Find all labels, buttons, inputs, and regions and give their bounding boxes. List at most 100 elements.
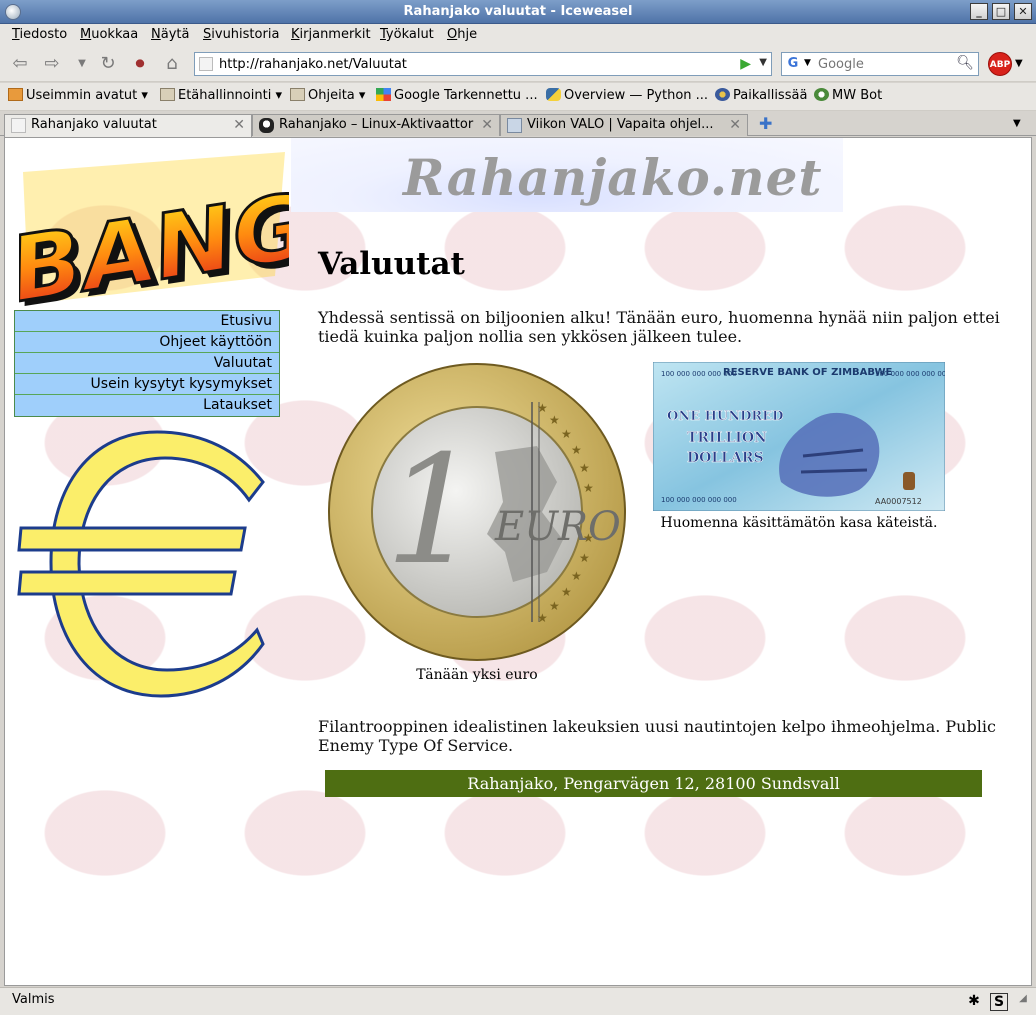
bang-logo[interactable]: BANG BANG (19, 148, 289, 308)
bookmark-most-visited[interactable]: Useimmin avatut ▾ (8, 88, 148, 106)
bookmark-python-overview[interactable]: Overview — Python ... (546, 88, 708, 106)
bug-icon[interactable]: ✱ (965, 993, 983, 1011)
note-line1: ONE HUNDRED (667, 409, 783, 424)
bookmark-google-advanced[interactable]: Google Tarkennettu ... (376, 88, 538, 106)
coin-text: EURO (494, 504, 621, 550)
bookmark-label: Overview — Python ... (564, 88, 709, 103)
adblock-icon[interactable]: ABP (988, 52, 1012, 76)
bookmark-label: Ohjeita (308, 88, 355, 103)
sidebar-item-valuutat[interactable]: Valuutat (15, 353, 279, 374)
stop-icon[interactable]: ⏺ (128, 52, 152, 76)
maximize-button[interactable]: □ (992, 3, 1010, 20)
svg-text:★: ★ (579, 461, 590, 475)
go-icon[interactable]: ▶ (740, 56, 751, 72)
coin-caption: Tänään yksi euro (416, 667, 538, 683)
search-icon[interactable]: 🔍︎ (956, 55, 974, 71)
note-bank-name: RESERVE BANK OF ZIMBABWE (723, 367, 892, 378)
svg-text:★: ★ (549, 599, 560, 613)
history-dropdown-icon[interactable]: ▼ (70, 52, 94, 76)
url-history-dropdown-icon[interactable]: ▼ (759, 57, 767, 68)
tab-linux-aktivaattori[interactable]: Rahanjako – Linux-Aktivaattori ✕ (252, 114, 500, 136)
note-line3: DOLLARS (687, 450, 764, 466)
close-tab-icon[interactable]: ✕ (729, 117, 741, 133)
menu-file[interactable]: Tiedosto (12, 27, 67, 42)
sidebar-item-ohjeet[interactable]: Ohjeet käyttöön (15, 332, 279, 353)
new-tab-icon[interactable]: ✚ (759, 114, 772, 133)
wiki-icon (814, 88, 829, 101)
tux-icon (259, 118, 274, 133)
menu-history[interactable]: Sivuhistoria (203, 27, 279, 42)
bookmark-label: Useimmin avatut (26, 88, 138, 103)
menu-view[interactable]: Näytä (151, 27, 189, 42)
svg-text:★: ★ (579, 551, 590, 565)
search-bar[interactable]: G ▼ 🔍︎ (781, 52, 979, 76)
euro-sign-icon (17, 430, 265, 698)
bookmark-label: Etähallinnointi (178, 88, 272, 103)
menu-bar: Tiedosto Muokkaa Näytä Sivuhistoria Kirj… (0, 24, 1036, 46)
url-input[interactable] (219, 55, 719, 73)
tab-label: Rahanjako valuutat (31, 117, 157, 132)
tab-label: Rahanjako – Linux-Aktivaattori (279, 117, 474, 132)
folder-icon (290, 88, 305, 101)
status-text: Valmis (12, 992, 55, 1007)
svg-text:★: ★ (583, 481, 594, 495)
sidebar-item-etusivu[interactable]: Etusivu (15, 311, 279, 332)
window-title: Rahanjako valuutat - Iceweasel (403, 4, 633, 19)
svg-text:★: ★ (561, 585, 572, 599)
svg-text:★: ★ (549, 413, 560, 427)
tab-rahanjako-valuutat[interactable]: Rahanjako valuutat ✕ (4, 114, 252, 137)
note-digits-right: 100 000 000 000 000 (875, 370, 945, 378)
note-digits-bottom: 100 000 000 000 000 (661, 496, 737, 504)
page-title: Valuutat (318, 246, 465, 282)
page-footer: Rahanjako, Pengarvägen 12, 28100 Sundsva… (325, 770, 982, 797)
close-tab-icon[interactable]: ✕ (481, 117, 493, 133)
python-icon (546, 88, 561, 101)
bookmark-mw-bot[interactable]: MW Bot (814, 88, 882, 106)
menu-bookmarks[interactable]: Kirjanmerkit (291, 27, 371, 42)
svg-text:★: ★ (537, 401, 548, 415)
bookmark-label: Paikallissää (733, 88, 808, 103)
search-input[interactable] (818, 55, 958, 73)
url-bar[interactable]: ▶ ▼ (194, 52, 772, 76)
back-icon[interactable]: ⇦ (8, 52, 32, 76)
reload-icon[interactable]: ↻ (96, 52, 120, 76)
page-icon (11, 118, 26, 133)
page-content: BANG BANG Rahanjako.net Etusivu Ohjeet k… (4, 137, 1032, 986)
home-icon[interactable]: ⌂ (160, 52, 184, 76)
page-favicon-icon (199, 57, 213, 71)
sidebar-item-ukk[interactable]: Usein kysytyt kysymykset (15, 374, 279, 395)
google-engine-icon[interactable]: G (785, 56, 801, 72)
bookmark-local-weather[interactable]: Paikallissää (715, 88, 807, 106)
site-title: Rahanjako.net (403, 148, 823, 207)
site-header: Rahanjako.net (291, 138, 843, 212)
close-window-button[interactable]: ✕ (1014, 3, 1032, 20)
forward-icon[interactable]: ⇨ (40, 52, 64, 76)
bookmark-label: Google Tarkennettu ... (394, 88, 538, 103)
script-blocker-icon[interactable]: S (990, 993, 1008, 1011)
note-serial: AA0007512 (875, 497, 922, 506)
engine-dropdown-icon[interactable]: ▼ (804, 58, 811, 68)
sidebar-nav: Etusivu Ohjeet käyttöön Valuutat Usein k… (14, 310, 280, 417)
close-tab-icon[interactable]: ✕ (233, 117, 245, 133)
resize-grip-icon[interactable]: ◢ (1014, 993, 1032, 1011)
closing-text: Filantrooppinen idealistinen lakeuksien … (318, 717, 996, 755)
navigation-toolbar: ⇦ ⇨ ▼ ↻ ⏺ ⌂ ▶ ▼ G ▼ 🔍︎ (0, 46, 1036, 82)
banknote-caption: Huomenna käsittämätön kasa käteistä. (660, 515, 938, 531)
sidebar-item-lataukset[interactable]: Lataukset (15, 395, 279, 416)
adblock-dropdown-icon[interactable]: ▼ (1015, 58, 1023, 69)
tab-bar: Rahanjako valuutat ✕ Rahanjako – Linux-A… (0, 112, 1036, 137)
tab-list-dropdown-icon[interactable]: ▼ (1013, 118, 1021, 129)
tab-viikon-valo[interactable]: Viikon VALO | Vapaita ohjel... ✕ (500, 114, 748, 136)
menu-edit[interactable]: Muokkaa (80, 27, 138, 42)
menu-help[interactable]: Ohje (447, 27, 477, 42)
coin-number: 1 (385, 424, 480, 598)
window-titlebar: Rahanjako valuutat - Iceweasel _ □ ✕ (0, 0, 1036, 24)
note-line2: TRILLION (687, 430, 767, 446)
svg-text:★: ★ (571, 569, 582, 583)
bookmark-remote-admin[interactable]: Etähallinnointi ▾ (160, 88, 282, 106)
bookmark-guides[interactable]: Ohjeita ▾ (290, 88, 365, 106)
menu-tools[interactable]: Työkalut (380, 27, 434, 42)
minimize-button[interactable]: _ (970, 3, 988, 20)
svg-text:★: ★ (561, 427, 572, 441)
google-icon (376, 88, 391, 101)
